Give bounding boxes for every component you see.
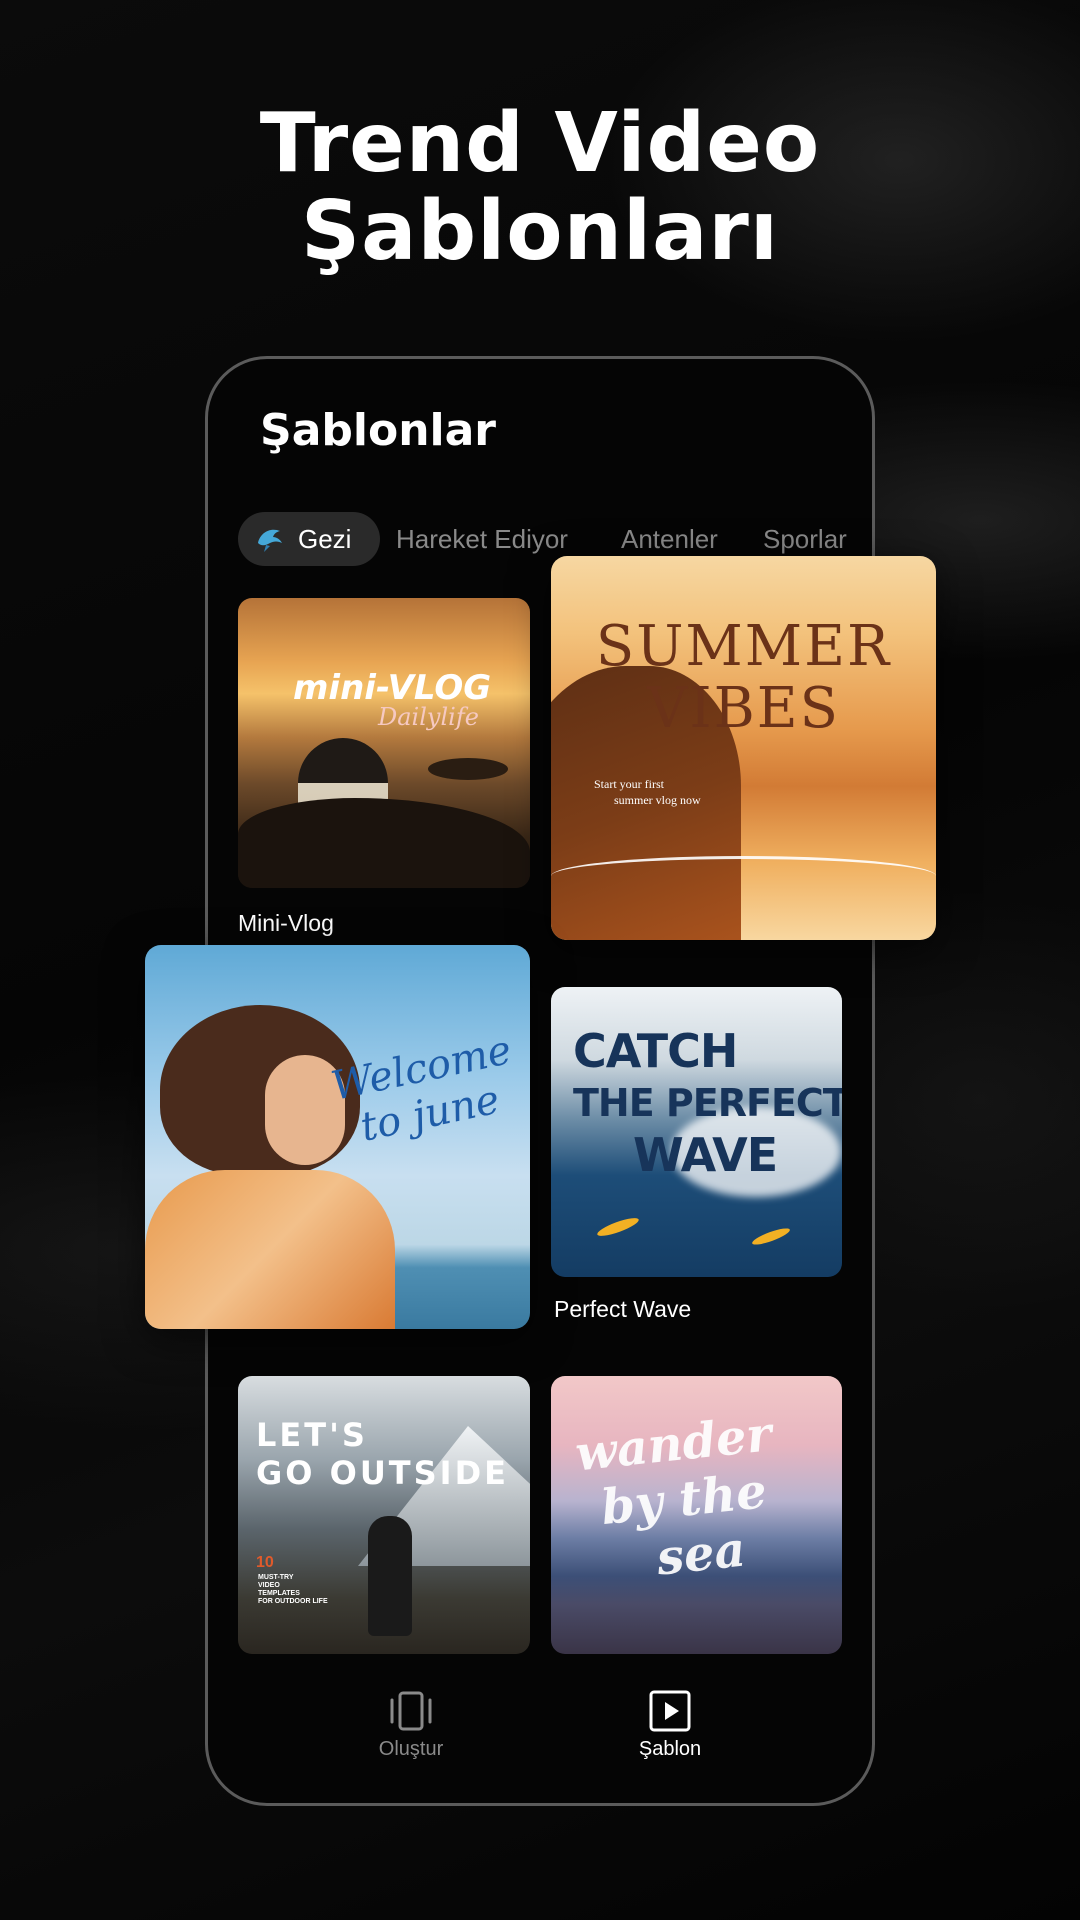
thumbnail-figure bbox=[368, 1516, 412, 1636]
thumbnail-title-line1: LET'S bbox=[256, 1416, 368, 1454]
template-card-go-outside[interactable]: LET'S GO OUTSIDE 10 MUST-TRY VIDEO TEMPL… bbox=[238, 1376, 530, 1654]
page-title: Şablonlar bbox=[260, 405, 496, 456]
tab-hareket-ediyor[interactable]: Hareket Ediyor bbox=[396, 512, 568, 566]
carousel-icon bbox=[390, 1691, 432, 1731]
thumbnail-script: Dailylife bbox=[378, 703, 479, 731]
thumbnail-title: wander by the sea bbox=[573, 1406, 786, 1594]
thumbnail-title: CATCH THE PERFECT WAVE bbox=[573, 1025, 842, 1181]
tab-gezi[interactable]: Gezi bbox=[238, 512, 380, 566]
thumbnail-title-line1: SUMMER bbox=[595, 614, 892, 679]
thumbnail-decoration bbox=[551, 856, 936, 896]
nav-create[interactable]: Oluştur bbox=[351, 1690, 471, 1761]
thumbnail-title-line2: THE PERFECT bbox=[573, 1081, 842, 1125]
surfboard-icon bbox=[750, 1225, 792, 1248]
thumbnail-title: mini-VLOG bbox=[293, 668, 492, 708]
hero-title-line1: Trend Video bbox=[259, 96, 821, 191]
dolphin-icon bbox=[258, 529, 282, 552]
thumbnail-title-line1: CATCH bbox=[573, 1024, 738, 1078]
template-caption-perfect-wave: Perfect Wave bbox=[554, 1296, 692, 1322]
nav-template-label: Şablon bbox=[638, 1738, 702, 1760]
thumbnail-small-text: MUST-TRY VIDEO TEMPLATES FOR OUTDOOR LIF… bbox=[258, 1574, 328, 1605]
nav-create-label: Oluştur bbox=[378, 1738, 444, 1760]
thumbnail-title: SUMMER VIBES bbox=[551, 616, 936, 740]
thumbnail-title-line2: VIBES bbox=[647, 676, 840, 741]
thumbnail-number: 10 bbox=[256, 1554, 274, 1571]
thumbnail-figure bbox=[145, 1170, 395, 1329]
thumbnail-title: LET'S GO OUTSIDE bbox=[256, 1416, 509, 1492]
template-card-wander-sea[interactable]: wander by the sea bbox=[551, 1376, 842, 1654]
thumbnail-subtitle-line1: Start your first bbox=[594, 777, 664, 791]
thumbnail-subtitle: Start your first summer vlog now bbox=[594, 776, 701, 808]
thumbnail-subtitle-line2: summer vlog now bbox=[614, 793, 701, 807]
nav-template[interactable]: Şablon bbox=[610, 1690, 730, 1761]
template-card-perfect-wave[interactable]: CATCH THE PERFECT WAVE bbox=[551, 987, 842, 1277]
thumbnail-title-line3: WAVE bbox=[633, 1128, 778, 1182]
tab-label: Gezi bbox=[298, 523, 352, 554]
template-caption-mini-vlog: Mini-Vlog bbox=[238, 910, 334, 936]
template-card-summer-vibes[interactable]: SUMMER VIBES Start your first summer vlo… bbox=[551, 556, 936, 940]
template-card-mini-vlog[interactable]: mini-VLOG Dailylife bbox=[238, 598, 530, 888]
play-square-icon bbox=[649, 1690, 691, 1732]
surfboard-icon bbox=[595, 1214, 641, 1240]
thumbnail-decoration bbox=[428, 758, 508, 780]
thumbnail-title-line2: GO OUTSIDE bbox=[256, 1454, 509, 1492]
thumbnail-title: Welcome to june bbox=[327, 1027, 525, 1155]
thumbnail-decoration bbox=[238, 798, 530, 888]
template-card-welcome-june[interactable]: Welcome to june bbox=[145, 945, 530, 1329]
hero-title-line2: Şablonları bbox=[301, 184, 779, 279]
hero-title: Trend Video Şablonları bbox=[0, 100, 1080, 276]
